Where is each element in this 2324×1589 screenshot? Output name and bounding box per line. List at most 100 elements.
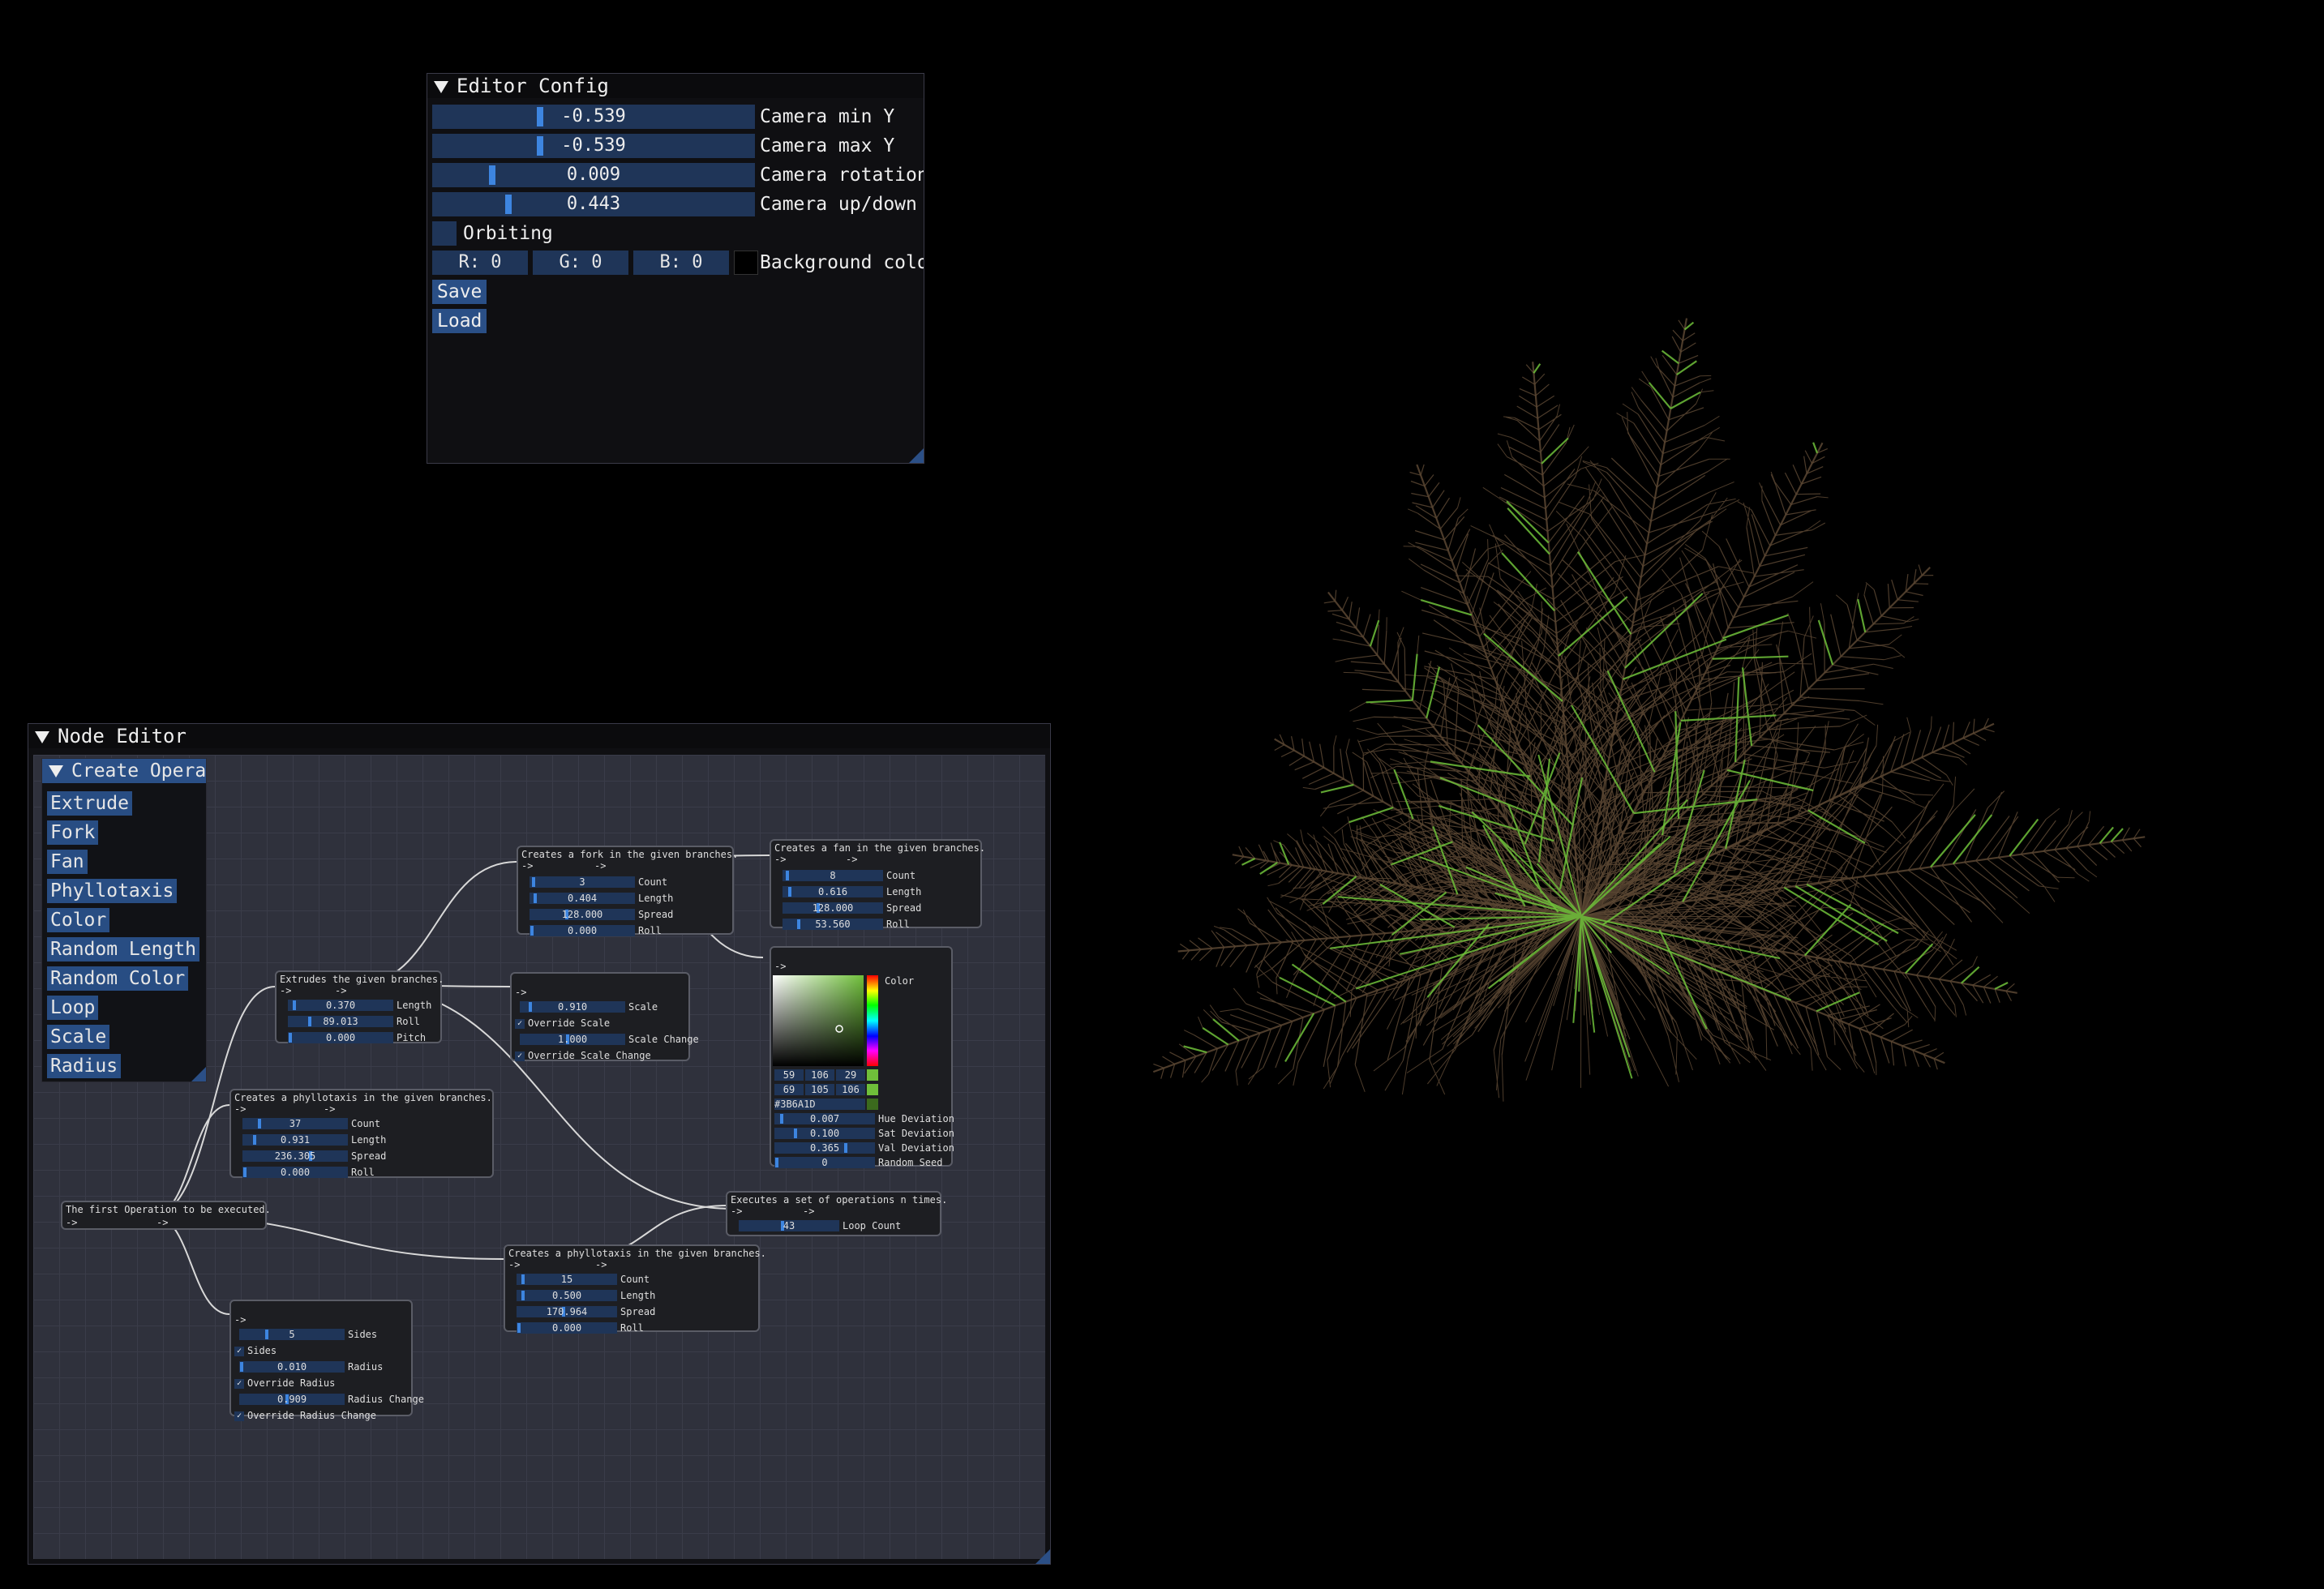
node-extrude[interactable]: Extrudes the given branches. -> -> 0.370 Len… xyxy=(275,970,444,1043)
color-swatch[interactable] xyxy=(867,1084,878,1095)
node-slider[interactable]: 1.000 xyxy=(520,1034,625,1045)
node-fork[interactable]: Creates a fork in the given branches. -> -… xyxy=(517,846,738,936)
camera-slider[interactable]: 0.443 xyxy=(432,192,755,216)
color-swatch[interactable] xyxy=(867,1069,878,1081)
node-slider[interactable]: 0.000 xyxy=(288,1032,393,1043)
input-pin[interactable]: -> xyxy=(521,860,533,872)
node-loop[interactable]: Executes a set of operations n times. -> -… xyxy=(726,1191,947,1236)
camera-slider[interactable]: -0.539 xyxy=(432,105,755,129)
create-operation-header[interactable]: Create Operation xyxy=(42,759,206,783)
node-slider[interactable]: 0.404 xyxy=(530,893,635,904)
node-slider[interactable]: 236.305 xyxy=(242,1150,348,1162)
rgb-field[interactable]: 59 xyxy=(774,1069,804,1081)
load-button[interactable]: Load xyxy=(432,309,487,333)
node-slider[interactable]: 8 xyxy=(783,870,883,881)
camera-slider[interactable]: 0.009 xyxy=(432,163,755,187)
menu-item-extrude[interactable]: Extrude xyxy=(47,791,132,816)
menu-item-random-length[interactable]: Random Length xyxy=(47,937,200,962)
node-slider[interactable]: 15 xyxy=(517,1274,617,1285)
bg-green-field[interactable]: G: 0 xyxy=(533,251,628,275)
node-fan[interactable]: Creates a fan in the given branches. -> ->… xyxy=(770,839,985,930)
node-checkbox[interactable]: ✓ Sides xyxy=(234,1345,277,1356)
bg-red-field[interactable]: R: 0 xyxy=(432,251,528,275)
node-slider[interactable]: 0.931 xyxy=(242,1134,348,1146)
output-pin[interactable]: -> xyxy=(335,985,346,996)
node-phyllotaxis-2[interactable]: Creates a phyllotaxis in the given branc… xyxy=(504,1244,766,1334)
output-pin[interactable]: -> xyxy=(594,860,606,872)
node-checkbox[interactable]: ✓ Override Radius xyxy=(234,1377,335,1389)
checkmark-icon[interactable]: ✓ xyxy=(234,1346,244,1356)
editor-config-titlebar[interactable]: Editor Config xyxy=(427,74,924,98)
rgb-field[interactable]: 29 xyxy=(836,1069,865,1081)
output-pin[interactable]: -> xyxy=(846,854,857,865)
node-editor-titlebar[interactable]: Node Editor xyxy=(28,724,1050,748)
node-slider[interactable]: 0.370 xyxy=(288,1000,393,1011)
node-scale[interactable]: -> 0.910 Scale ✓ Override Scale 1.000 Scale Ch… xyxy=(510,972,699,1061)
node-slider[interactable]: 128.000 xyxy=(530,909,635,920)
node-checkbox[interactable]: ✓ Override Scale xyxy=(515,1017,610,1029)
checkmark-icon[interactable]: ✓ xyxy=(515,1051,525,1061)
node-slider[interactable]: 0.616 xyxy=(783,886,883,897)
rgb-field[interactable]: 106 xyxy=(805,1069,834,1081)
menu-item-color[interactable]: Color xyxy=(47,908,110,932)
camera-slider[interactable]: -0.539 xyxy=(432,134,755,158)
node-slider[interactable]: 0.100 xyxy=(774,1128,875,1139)
node-slider[interactable]: 0 xyxy=(774,1157,875,1168)
resize-grip-icon[interactable] xyxy=(909,448,924,463)
node-slider[interactable]: 0.365 xyxy=(774,1142,875,1154)
menu-item-loop[interactable]: Loop xyxy=(47,996,99,1020)
collapse-triangle-icon[interactable] xyxy=(49,765,63,777)
node-radius[interactable]: -> 5 Sides ✓ Sides 0.010 Radius ✓ Override Radiu… xyxy=(229,1300,424,1421)
menu-item-radius[interactable]: Radius xyxy=(47,1054,122,1078)
collapse-triangle-icon[interactable] xyxy=(35,730,49,743)
checkmark-icon[interactable]: ✓ xyxy=(234,1378,244,1389)
node-slider[interactable]: 128.000 xyxy=(783,902,883,914)
input-pin[interactable]: -> xyxy=(774,854,786,865)
input-pin[interactable]: -> xyxy=(515,987,526,998)
save-button[interactable]: Save xyxy=(432,280,487,304)
node-slider[interactable]: 170.964 xyxy=(517,1306,617,1317)
menu-item-fork[interactable]: Fork xyxy=(47,820,99,845)
node-slider[interactable]: 0.007 xyxy=(774,1113,875,1124)
node-checkbox[interactable]: ✓ Override Scale Change xyxy=(515,1050,651,1061)
bg-blue-field[interactable]: B: 0 xyxy=(633,251,729,275)
orbiting-checkbox[interactable] xyxy=(432,221,457,246)
rgb-field[interactable]: 69 xyxy=(774,1084,804,1095)
input-pin[interactable]: -> xyxy=(234,1103,246,1115)
resize-grip-icon[interactable] xyxy=(1036,1549,1050,1564)
node-slider[interactable]: 0.910 xyxy=(520,1001,625,1013)
node-slider[interactable]: 89.013 xyxy=(288,1016,393,1027)
node-slider[interactable]: 0.000 xyxy=(242,1167,348,1178)
bg-color-swatch[interactable] xyxy=(734,251,758,275)
output-pin[interactable]: -> xyxy=(157,1217,168,1228)
node-canvas[interactable]: Create Operation Extrude Fork Fan Phyllotax… xyxy=(33,755,1045,1559)
node-slider[interactable]: 0.500 xyxy=(517,1290,617,1301)
node-checkbox[interactable]: ✓ Override Radius Change xyxy=(234,1410,376,1421)
menu-item-phyllotaxis[interactable]: Phyllotaxis xyxy=(47,879,178,903)
node-slider[interactable]: 0.000 xyxy=(530,925,635,936)
node-phyllotaxis-1[interactable]: Creates a phyllotaxis in the given branc… xyxy=(229,1089,494,1178)
checkmark-icon[interactable]: ✓ xyxy=(515,1018,525,1029)
node-root[interactable]: The first Operation to be executed. -> -… xyxy=(61,1201,271,1230)
color-picker[interactable] xyxy=(773,975,878,1066)
node-slider[interactable]: 37 xyxy=(242,1118,348,1129)
node-slider[interactable]: 53.560 xyxy=(783,919,883,930)
resize-grip-icon[interactable] xyxy=(191,1067,206,1081)
rgb-field[interactable]: 105 xyxy=(805,1084,834,1095)
collapse-triangle-icon[interactable] xyxy=(434,80,448,93)
node-slider[interactable]: 43 xyxy=(739,1220,839,1231)
node-slider[interactable]: 0.909 xyxy=(239,1394,345,1405)
color-swatch[interactable] xyxy=(867,1099,878,1110)
node-slider[interactable]: 3 xyxy=(530,876,635,888)
input-pin[interactable]: -> xyxy=(508,1259,520,1270)
node-color[interactable]: -> Color 59 106 29 69 105 106 #3B6A1D 0.007 Hue De… xyxy=(770,946,954,1168)
output-pin[interactable]: -> xyxy=(595,1259,607,1270)
input-pin[interactable]: -> xyxy=(731,1206,742,1217)
menu-item-random-color[interactable]: Random Color xyxy=(47,966,189,991)
rgb-field[interactable]: 106 xyxy=(836,1084,865,1095)
output-pin[interactable]: -> xyxy=(803,1206,814,1217)
input-pin[interactable]: -> xyxy=(234,1314,246,1326)
checkmark-icon[interactable]: ✓ xyxy=(234,1411,244,1421)
node-slider[interactable]: 0.010 xyxy=(239,1361,345,1373)
output-pin[interactable]: -> xyxy=(66,1217,77,1228)
